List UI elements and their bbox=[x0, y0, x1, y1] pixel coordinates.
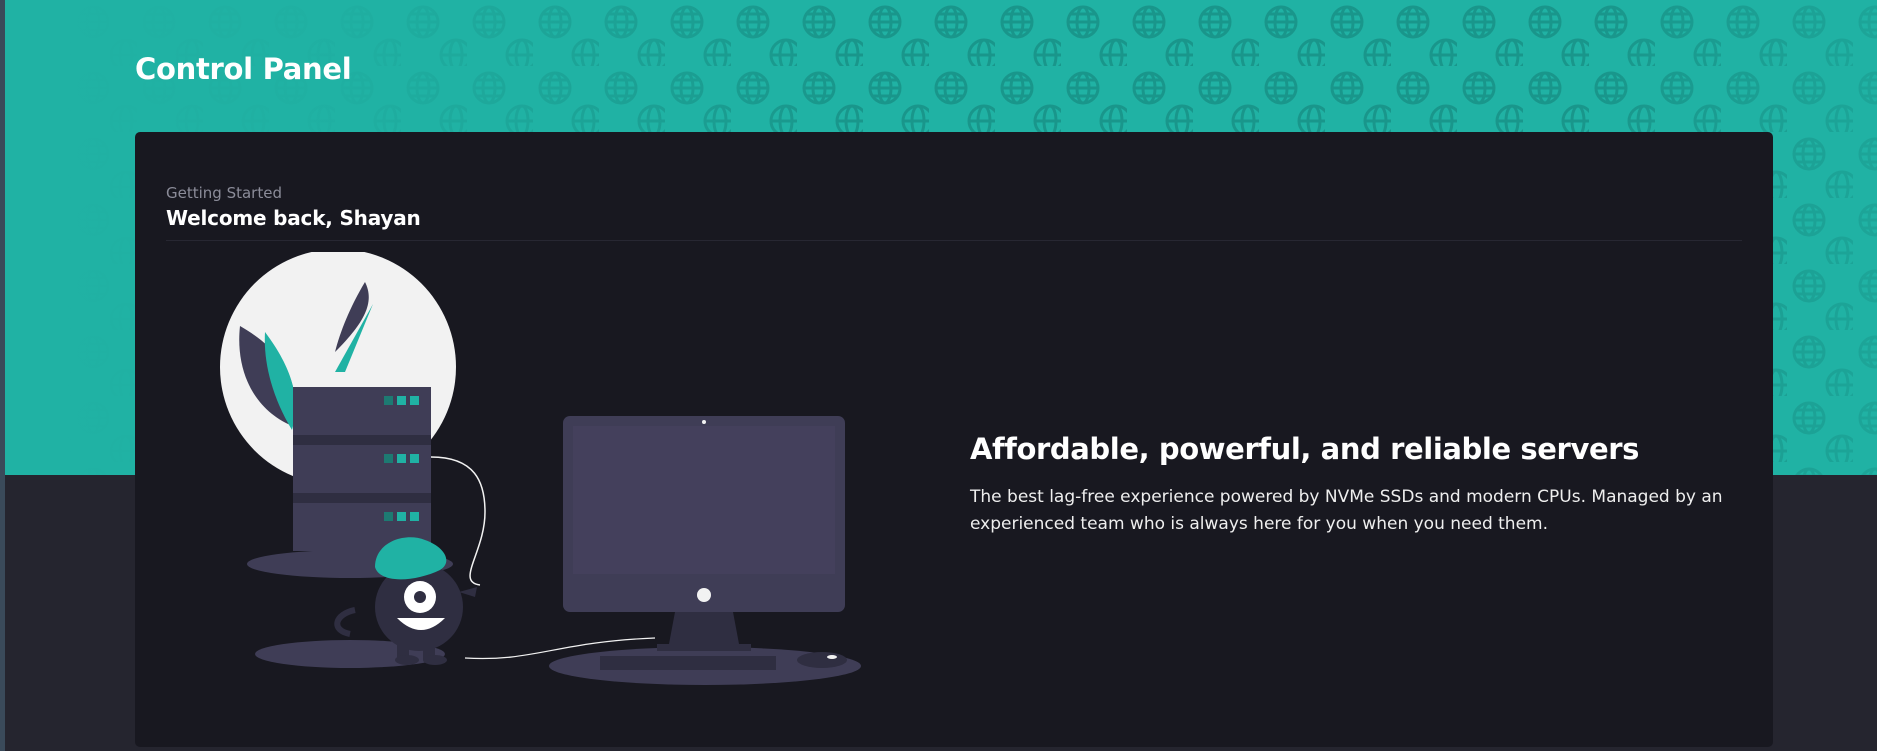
card-header: Getting Started Welcome back, Shayan bbox=[166, 184, 1742, 241]
promo-heading: Affordable, powerful, and reliable serve… bbox=[970, 432, 1639, 466]
card-title: Welcome back, Shayan bbox=[166, 206, 421, 230]
page-title: Control Panel bbox=[135, 52, 352, 86]
server-rack bbox=[293, 387, 431, 551]
card-subtitle: Getting Started bbox=[166, 184, 282, 202]
monitor-illustration bbox=[563, 416, 847, 670]
promo-section: Affordable, powerful, and reliable serve… bbox=[970, 432, 1750, 538]
getting-started-card: Getting Started Welcome back, Shayan Aff… bbox=[135, 132, 1773, 747]
promo-text: The best lag-free experience powered by … bbox=[970, 487, 1723, 534]
server-illustration bbox=[220, 252, 861, 685]
